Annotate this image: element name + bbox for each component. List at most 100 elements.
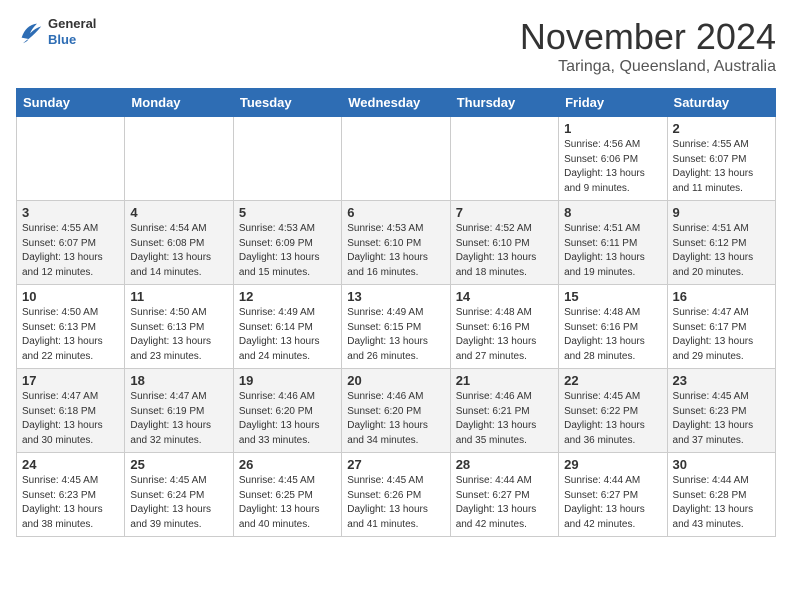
calendar-cell: 1 Sunrise: 4:56 AM Sunset: 6:06 PM Daylig…: [559, 117, 667, 201]
calendar-week-row: 17 Sunrise: 4:47 AM Sunset: 6:18 PM Dayli…: [17, 369, 776, 453]
calendar-cell: [17, 117, 125, 201]
day-number: 17: [22, 373, 119, 388]
calendar-cell: 23 Sunrise: 4:45 AM Sunset: 6:23 PM Dayli…: [667, 369, 775, 453]
calendar-cell: 24 Sunrise: 4:45 AM Sunset: 6:23 PM Dayli…: [17, 453, 125, 537]
calendar-header-row: SundayMondayTuesdayWednesdayThursdayFrid…: [17, 89, 776, 117]
calendar-cell: 11 Sunrise: 4:50 AM Sunset: 6:13 PM Dayli…: [125, 285, 233, 369]
col-header-wednesday: Wednesday: [342, 89, 450, 117]
calendar-cell: 6 Sunrise: 4:53 AM Sunset: 6:10 PM Daylig…: [342, 201, 450, 285]
day-number: 22: [564, 373, 661, 388]
day-number: 26: [239, 457, 336, 472]
calendar-cell: [125, 117, 233, 201]
calendar-cell: 19 Sunrise: 4:46 AM Sunset: 6:20 PM Dayli…: [233, 369, 341, 453]
day-number: 13: [347, 289, 444, 304]
day-number: 2: [673, 121, 770, 136]
day-number: 7: [456, 205, 553, 220]
day-info: Sunrise: 4:44 AM Sunset: 6:28 PM Dayligh…: [673, 474, 770, 532]
day-info: Sunrise: 4:45 AM Sunset: 6:22 PM Dayligh…: [564, 390, 661, 448]
calendar-cell: 12Sunrise: 4:49 AM Sunset: 6:14 PM Dayli…: [233, 285, 341, 369]
day-info: Sunrise: 4:49 AM Sunset: 6:15 PM Dayligh…: [347, 306, 444, 364]
calendar-cell: 16 Sunrise: 4:47 AM Sunset: 6:17 PM Dayli…: [667, 285, 775, 369]
day-number: 16: [673, 289, 770, 304]
location: Taringa, Queensland, Australia: [520, 58, 776, 76]
day-info: Sunrise: 4:53 AM Sunset: 6:09 PM Dayligh…: [239, 222, 336, 280]
calendar-cell: 7 Sunrise: 4:52 AM Sunset: 6:10 PM Daylig…: [450, 201, 558, 285]
day-number: 21: [456, 373, 553, 388]
day-info: Sunrise: 4:48 AM Sunset: 6:16 PM Dayligh…: [564, 306, 661, 364]
day-info: Sunrise: 4:46 AM Sunset: 6:21 PM Dayligh…: [456, 390, 553, 448]
day-number: 14: [456, 289, 553, 304]
day-info: Sunrise: 4:44 AM Sunset: 6:27 PM Dayligh…: [456, 474, 553, 532]
day-number: 3: [22, 205, 119, 220]
day-number: 24: [22, 457, 119, 472]
day-info: Sunrise: 4:56 AM Sunset: 6:06 PM Dayligh…: [564, 138, 661, 196]
calendar-table: SundayMondayTuesdayWednesdayThursdayFrid…: [16, 88, 776, 537]
col-header-saturday: Saturday: [667, 89, 775, 117]
title-area: November 2024 Taringa, Queensland, Austr…: [520, 16, 776, 76]
calendar-cell: 22 Sunrise: 4:45 AM Sunset: 6:22 PM Dayli…: [559, 369, 667, 453]
day-info: Sunrise: 4:47 AM Sunset: 6:17 PM Dayligh…: [673, 306, 770, 364]
day-number: 5: [239, 205, 336, 220]
day-info: Sunrise: 4:51 AM Sunset: 6:11 PM Dayligh…: [564, 222, 661, 280]
day-number: 19: [239, 373, 336, 388]
calendar-cell: 13 Sunrise: 4:49 AM Sunset: 6:15 PM Dayli…: [342, 285, 450, 369]
calendar-cell: 4Sunrise: 4:54 AM Sunset: 6:08 PM Daylig…: [125, 201, 233, 285]
day-info: Sunrise: 4:50 AM Sunset: 6:13 PM Dayligh…: [22, 306, 119, 364]
calendar-cell: 20 Sunrise: 4:46 AM Sunset: 6:20 PM Dayli…: [342, 369, 450, 453]
calendar-cell: 5 Sunrise: 4:53 AM Sunset: 6:09 PM Daylig…: [233, 201, 341, 285]
day-info: Sunrise: 4:55 AM Sunset: 6:07 PM Dayligh…: [22, 222, 119, 280]
col-header-sunday: Sunday: [17, 89, 125, 117]
calendar-cell: 30 Sunrise: 4:44 AM Sunset: 6:28 PM Dayli…: [667, 453, 775, 537]
day-info: Sunrise: 4:46 AM Sunset: 6:20 PM Dayligh…: [239, 390, 336, 448]
day-info: Sunrise: 4:52 AM Sunset: 6:10 PM Dayligh…: [456, 222, 553, 280]
day-number: 1: [564, 121, 661, 136]
col-header-tuesday: Tuesday: [233, 89, 341, 117]
calendar-cell: 3 Sunrise: 4:55 AM Sunset: 6:07 PM Daylig…: [17, 201, 125, 285]
calendar-week-row: 1 Sunrise: 4:56 AM Sunset: 6:06 PM Daylig…: [17, 117, 776, 201]
day-number: 23: [673, 373, 770, 388]
day-number: 8: [564, 205, 661, 220]
calendar-cell: [342, 117, 450, 201]
calendar-week-row: 24 Sunrise: 4:45 AM Sunset: 6:23 PM Dayli…: [17, 453, 776, 537]
col-header-friday: Friday: [559, 89, 667, 117]
day-info: Sunrise: 4:46 AM Sunset: 6:20 PM Dayligh…: [347, 390, 444, 448]
calendar-cell: 26 Sunrise: 4:45 AM Sunset: 6:25 PM Dayli…: [233, 453, 341, 537]
day-info: Sunrise: 4:45 AM Sunset: 6:25 PM Dayligh…: [239, 474, 336, 532]
col-header-monday: Monday: [125, 89, 233, 117]
logo-blue-text: Blue: [48, 32, 96, 48]
day-info: Sunrise: 4:55 AM Sunset: 6:07 PM Dayligh…: [673, 138, 770, 196]
day-number: 20: [347, 373, 444, 388]
calendar-cell: 10Sunrise: 4:50 AM Sunset: 6:13 PM Dayli…: [17, 285, 125, 369]
page-header: General Blue November 2024 Taringa, Quee…: [16, 16, 776, 76]
logo-text: General Blue: [48, 16, 96, 47]
logo: General Blue: [16, 16, 96, 47]
calendar-cell: 8 Sunrise: 4:51 AM Sunset: 6:11 PM Daylig…: [559, 201, 667, 285]
calendar-cell: 28 Sunrise: 4:44 AM Sunset: 6:27 PM Dayli…: [450, 453, 558, 537]
day-info: Sunrise: 4:50 AM Sunset: 6:13 PM Dayligh…: [130, 306, 227, 364]
month-title: November 2024: [520, 16, 776, 58]
day-number: 6: [347, 205, 444, 220]
day-info: Sunrise: 4:47 AM Sunset: 6:18 PM Dayligh…: [22, 390, 119, 448]
day-info: Sunrise: 4:45 AM Sunset: 6:23 PM Dayligh…: [22, 474, 119, 532]
day-number: 27: [347, 457, 444, 472]
col-header-thursday: Thursday: [450, 89, 558, 117]
day-number: 30: [673, 457, 770, 472]
day-number: 28: [456, 457, 553, 472]
day-number: 9: [673, 205, 770, 220]
day-number: 11: [130, 289, 227, 304]
day-number: 12: [239, 289, 336, 304]
day-info: Sunrise: 4:54 AM Sunset: 6:08 PM Dayligh…: [130, 222, 227, 280]
day-info: Sunrise: 4:45 AM Sunset: 6:24 PM Dayligh…: [130, 474, 227, 532]
day-info: Sunrise: 4:45 AM Sunset: 6:23 PM Dayligh…: [673, 390, 770, 448]
day-info: Sunrise: 4:44 AM Sunset: 6:27 PM Dayligh…: [564, 474, 661, 532]
calendar-week-row: 3 Sunrise: 4:55 AM Sunset: 6:07 PM Daylig…: [17, 201, 776, 285]
calendar-cell: 21 Sunrise: 4:46 AM Sunset: 6:21 PM Dayli…: [450, 369, 558, 453]
logo-bird-icon: [16, 18, 44, 46]
calendar-cell: 27Sunrise: 4:45 AM Sunset: 6:26 PM Dayli…: [342, 453, 450, 537]
calendar-cell: 15Sunrise: 4:48 AM Sunset: 6:16 PM Dayli…: [559, 285, 667, 369]
day-number: 18: [130, 373, 227, 388]
calendar-cell: 18Sunrise: 4:47 AM Sunset: 6:19 PM Dayli…: [125, 369, 233, 453]
calendar-cell: 17 Sunrise: 4:47 AM Sunset: 6:18 PM Dayli…: [17, 369, 125, 453]
day-number: 29: [564, 457, 661, 472]
day-info: Sunrise: 4:53 AM Sunset: 6:10 PM Dayligh…: [347, 222, 444, 280]
